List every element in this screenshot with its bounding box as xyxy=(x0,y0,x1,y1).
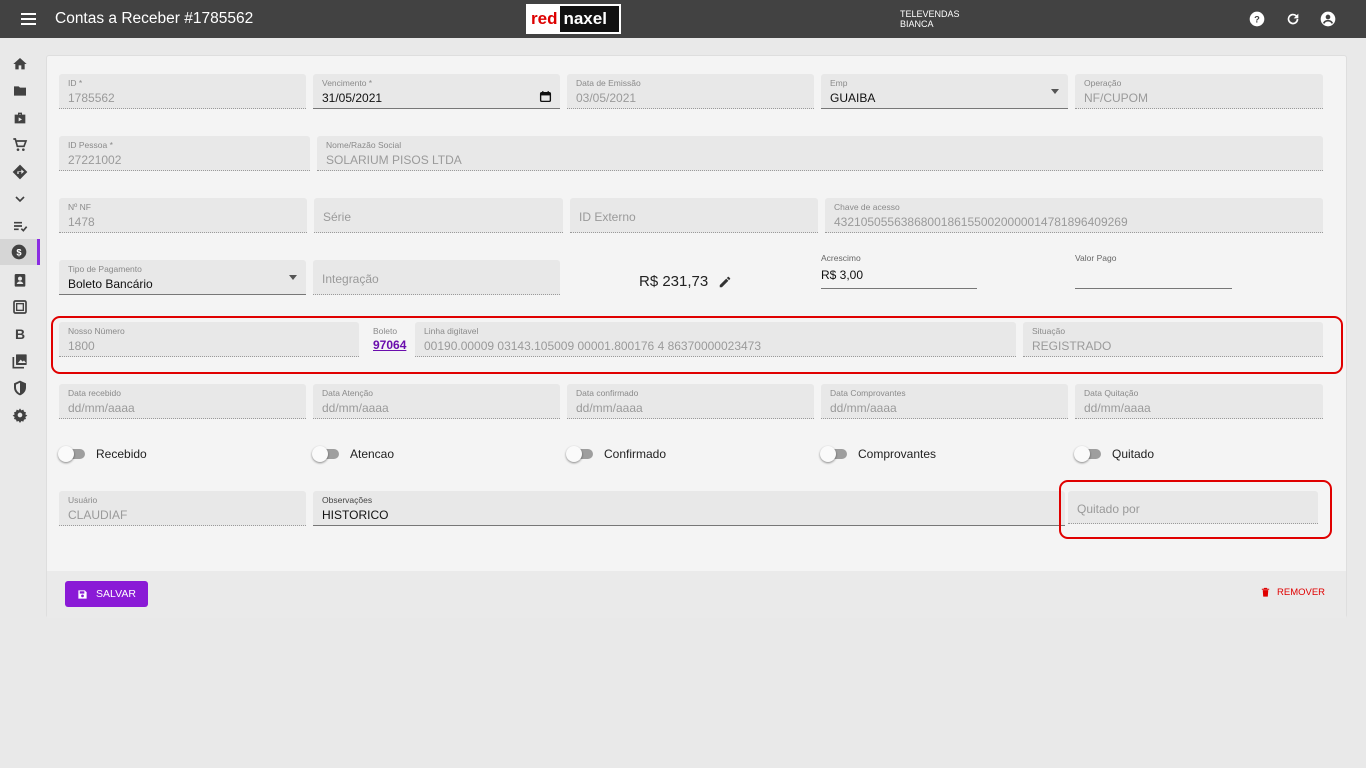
sidebar-item-home[interactable] xyxy=(0,51,40,77)
photo-library-icon xyxy=(12,354,27,369)
data-emissao-field: Data de Emissão 03/05/2021 xyxy=(567,74,814,109)
sidebar-item-b[interactable]: B xyxy=(0,321,40,347)
sidebar-item-financeiro[interactable]: $ xyxy=(0,239,40,265)
switch-track xyxy=(566,446,593,462)
nome-razao-social-field: Nome/Razão Social SOLARIUM PISOS LTDA xyxy=(317,136,1323,171)
save-icon xyxy=(78,589,87,599)
page-title: Contas a Receber #1785562 xyxy=(55,10,254,27)
sidebar-item-expand[interactable] xyxy=(0,186,40,212)
chevron-down-icon xyxy=(289,275,297,280)
switch-track xyxy=(820,446,847,462)
remove-button[interactable]: REMOVER xyxy=(1260,586,1325,598)
chevron-down-icon xyxy=(1051,89,1059,94)
toggle-comprovantes[interactable]: Comprovantes xyxy=(820,446,936,462)
svg-text:$: $ xyxy=(16,247,22,257)
sidebar-item-gallery[interactable] xyxy=(0,348,40,374)
top-app-bar: Contas a Receber #1785562 red naxel TELEV… xyxy=(0,0,1366,38)
card-actions: SALVAR REMOVER xyxy=(47,571,1346,618)
sidebar-item-directions[interactable] xyxy=(0,159,40,185)
data-comprovantes-input[interactable]: Data Comprovantes dd/mm/aaaa xyxy=(821,384,1068,419)
chave-acesso-field: Chave de acesso 432105055638680018615500… xyxy=(825,198,1323,233)
folder-icon xyxy=(14,86,26,96)
sidebar: $ B xyxy=(0,38,40,768)
valor-total: R$ 231,73 xyxy=(639,273,732,290)
toggle-confirmado[interactable]: Confirmado xyxy=(566,446,666,462)
help-icon[interactable]: ? xyxy=(1249,11,1265,27)
data-quitacao-input[interactable]: Data Quitação dd/mm/aaaa xyxy=(1075,384,1323,419)
inbox-icon xyxy=(13,300,27,314)
sidebar-item-security[interactable] xyxy=(0,375,40,401)
directions-icon xyxy=(12,164,28,180)
data-confirmado-input[interactable]: Data confirmado dd/mm/aaaa xyxy=(567,384,814,419)
observacoes-input[interactable]: Observações HISTORICO xyxy=(313,491,1065,526)
sidebar-item-settings[interactable] xyxy=(0,402,40,428)
sidebar-item-checklist[interactable] xyxy=(0,213,40,239)
playlist-check-icon xyxy=(14,221,28,232)
acrescimo-input[interactable]: Acrescimo R$ 3,00 xyxy=(821,253,977,289)
toggle-recebido[interactable]: Recebido xyxy=(58,446,147,462)
vencimento-date-input[interactable]: Vencimento * 31/05/2021 xyxy=(313,74,560,109)
assignment-icon xyxy=(14,274,26,287)
serie-field: Série xyxy=(314,198,563,233)
briefcase-icon xyxy=(14,112,26,124)
valor-pago-input[interactable]: Valor Pago xyxy=(1075,253,1232,289)
tipo-pagamento-select[interactable]: Tipo de Pagamento Boleto Bancário xyxy=(59,260,306,295)
numero-nf-field: Nº NF 1478 xyxy=(59,198,307,233)
boleto-highlight-box xyxy=(51,316,1343,374)
edit-icon[interactable] xyxy=(718,275,732,289)
dollar-icon: $ xyxy=(11,244,26,260)
trash-icon xyxy=(1261,587,1270,597)
cart-icon xyxy=(13,138,28,151)
sidebar-item-assignment[interactable] xyxy=(0,267,40,293)
operacao-field: Operação NF/CUPOM xyxy=(1075,74,1323,109)
menu-icon[interactable] xyxy=(14,9,42,29)
id-pessoa-field: ID Pessoa * 27221002 xyxy=(59,136,310,171)
user-info: TELEVENDAS BIANCA xyxy=(900,9,960,29)
gear-icon xyxy=(12,408,28,423)
account-icon[interactable] xyxy=(1320,11,1336,27)
sidebar-item-cart[interactable] xyxy=(0,132,40,158)
home-icon xyxy=(13,58,27,70)
logo: red naxel xyxy=(526,4,621,34)
user-department: TELEVENDAS xyxy=(900,9,960,19)
user-name: BIANCA xyxy=(900,19,934,29)
sidebar-item-briefcase[interactable] xyxy=(0,105,40,131)
refresh-icon[interactable] xyxy=(1285,11,1301,27)
save-button[interactable]: SALVAR xyxy=(65,581,148,607)
form-card: ID * 1785562 Vencimento * 31/05/2021 Dat… xyxy=(46,55,1347,618)
id-field: ID * 1785562 xyxy=(59,74,306,109)
switch-track xyxy=(58,446,85,462)
usuario-field: Usuário CLAUDIAF xyxy=(59,491,306,526)
toggle-quitado[interactable]: Quitado xyxy=(1074,446,1154,462)
integracao-field: Integração xyxy=(313,260,560,295)
data-recebido-input[interactable]: Data recebido dd/mm/aaaa xyxy=(59,384,306,419)
switch-track xyxy=(1074,446,1101,462)
chevron-down-icon xyxy=(15,196,25,203)
data-atencao-input[interactable]: Data Atenção dd/mm/aaaa xyxy=(313,384,560,419)
shield-icon xyxy=(14,380,26,396)
emp-select[interactable]: Emp GUAIBA xyxy=(821,74,1068,109)
sidebar-item-inbox[interactable] xyxy=(0,294,40,320)
toggle-atencao[interactable]: Atencao xyxy=(312,446,394,462)
switch-track xyxy=(312,446,339,462)
quitado-por-highlight-box xyxy=(1059,480,1332,539)
id-externo-field: ID Externo xyxy=(570,198,818,233)
sidebar-item-folder[interactable] xyxy=(0,78,40,104)
svg-text:?: ? xyxy=(1254,14,1260,24)
calendar-icon[interactable] xyxy=(539,90,552,103)
valor-total-text: R$ 231,73 xyxy=(639,273,709,290)
